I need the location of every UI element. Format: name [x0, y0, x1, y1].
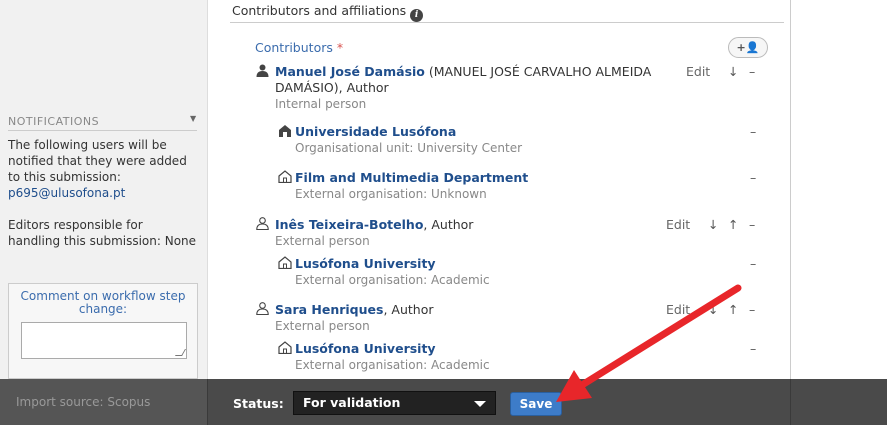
edit-button[interactable]: Edit [666, 217, 690, 232]
organisation-type: External organisation: Academic [295, 358, 490, 372]
sidebar: NOTIFICATIONS ▼ The following users will… [0, 0, 208, 379]
contributor-extra-2: DAMÁSIO), Author [275, 80, 389, 95]
move-down-icon[interactable]: ↓ [728, 64, 738, 79]
required-mark: * [336, 40, 344, 55]
right-gutter [790, 0, 887, 379]
person-solid-icon [256, 64, 269, 81]
person-outline-icon [256, 217, 269, 234]
chevron-down-icon[interactable]: ▼ [190, 114, 196, 123]
remove-icon[interactable]: – [749, 217, 755, 232]
contributor-type: Internal person [275, 97, 367, 111]
contributor-row: Sara Henriques, Author External person [275, 302, 655, 334]
organisation-name-link[interactable]: Universidade Lusófona [295, 124, 456, 139]
person-outline-icon [256, 302, 269, 319]
comment-label: Comment on workflow step change: [20, 289, 186, 316]
section-title-text: Contributors and affiliations [232, 3, 407, 18]
divider [8, 130, 197, 131]
editors-text: Editors responsible for handling this su… [8, 218, 197, 248]
organisation-row: Film and Multimedia Department External … [295, 170, 675, 202]
comment-textarea[interactable] [21, 322, 187, 359]
import-source-text: Import source: Scopus [16, 395, 151, 409]
organisation-type: External organisation: Unknown [295, 187, 487, 201]
contributor-extra: , Author [423, 217, 474, 232]
organisation-row: Lusófona University External organisatio… [295, 256, 675, 288]
footer-left: Import source: Scopus [0, 379, 208, 425]
contributor-name-link[interactable]: Sara Henriques [275, 302, 383, 317]
organisation-name-link[interactable]: Lusófona University [295, 256, 436, 271]
footer-right [790, 379, 887, 425]
remove-icon[interactable]: – [750, 341, 756, 356]
contributors-heading: Contributors * [255, 40, 343, 55]
organisation-row: Universidade Lusófona Organisational uni… [295, 124, 675, 156]
notification-email-link[interactable]: p695@ulusofona.pt [8, 186, 125, 200]
building-outline-icon [278, 170, 292, 187]
remove-icon[interactable]: – [750, 170, 756, 185]
contributors-heading-text: Contributors [255, 40, 333, 55]
contributor-type: External person [275, 234, 370, 248]
organisation-type: Organisational unit: University Center [295, 141, 523, 155]
divider [230, 22, 784, 23]
add-contributor-button[interactable]: +👤 [728, 37, 768, 58]
main-panel: Contributors and affiliations i Contribut… [214, 0, 790, 379]
notifications-heading: NOTIFICATIONS [8, 115, 100, 128]
chevron-down-icon [474, 401, 486, 407]
building-solid-icon [278, 124, 292, 141]
section-title: Contributors and affiliations i [232, 3, 424, 22]
move-down-icon[interactable]: ↓ [708, 302, 718, 317]
remove-icon[interactable]: – [750, 256, 756, 271]
organisation-name-link[interactable]: Film and Multimedia Department [295, 170, 528, 185]
status-select[interactable]: For validation [293, 391, 496, 415]
contributor-name-link[interactable]: Inês Teixeira-Botelho [275, 217, 423, 232]
resize-handle-icon[interactable] [174, 349, 187, 356]
remove-icon[interactable]: – [749, 64, 755, 79]
status-label: Status: [233, 396, 284, 411]
contributor-extra: (MANUEL JOSÉ CARVALHO ALMEIDA [424, 64, 652, 79]
footer-bar: Import source: Scopus Status: For valida… [0, 379, 887, 425]
save-button[interactable]: Save [510, 392, 562, 416]
building-outline-icon [278, 341, 292, 358]
building-outline-icon [278, 256, 292, 273]
remove-icon[interactable]: – [749, 302, 755, 317]
info-icon[interactable]: i [410, 9, 424, 22]
edit-button[interactable]: Edit [666, 302, 690, 317]
contributor-row: Inês Teixeira-Botelho, Author External p… [275, 217, 655, 249]
contributor-type: External person [275, 319, 370, 333]
move-down-icon[interactable]: ↓ [708, 217, 718, 232]
move-up-icon[interactable]: ↑ [728, 217, 738, 232]
contributor-row: Manuel José Damásio (MANUEL JOSÉ CARVALH… [275, 64, 655, 112]
contributor-extra: , Author [383, 302, 434, 317]
move-up-icon[interactable]: ↑ [728, 302, 738, 317]
organisation-name-link[interactable]: Lusófona University [295, 341, 436, 356]
comment-panel: Comment on workflow step change: [8, 283, 198, 379]
contributor-name-link[interactable]: Manuel José Damásio [275, 64, 425, 79]
organisation-type: External organisation: Academic [295, 273, 490, 287]
organisation-row: Lusófona University External organisatio… [295, 341, 675, 373]
notification-users-text: The following users will be notified tha… [8, 138, 187, 184]
remove-icon[interactable]: – [750, 124, 756, 139]
status-value: For validation [303, 395, 401, 410]
edit-button[interactable]: Edit [686, 64, 710, 79]
notification-text: The following users will be notified tha… [8, 137, 198, 201]
